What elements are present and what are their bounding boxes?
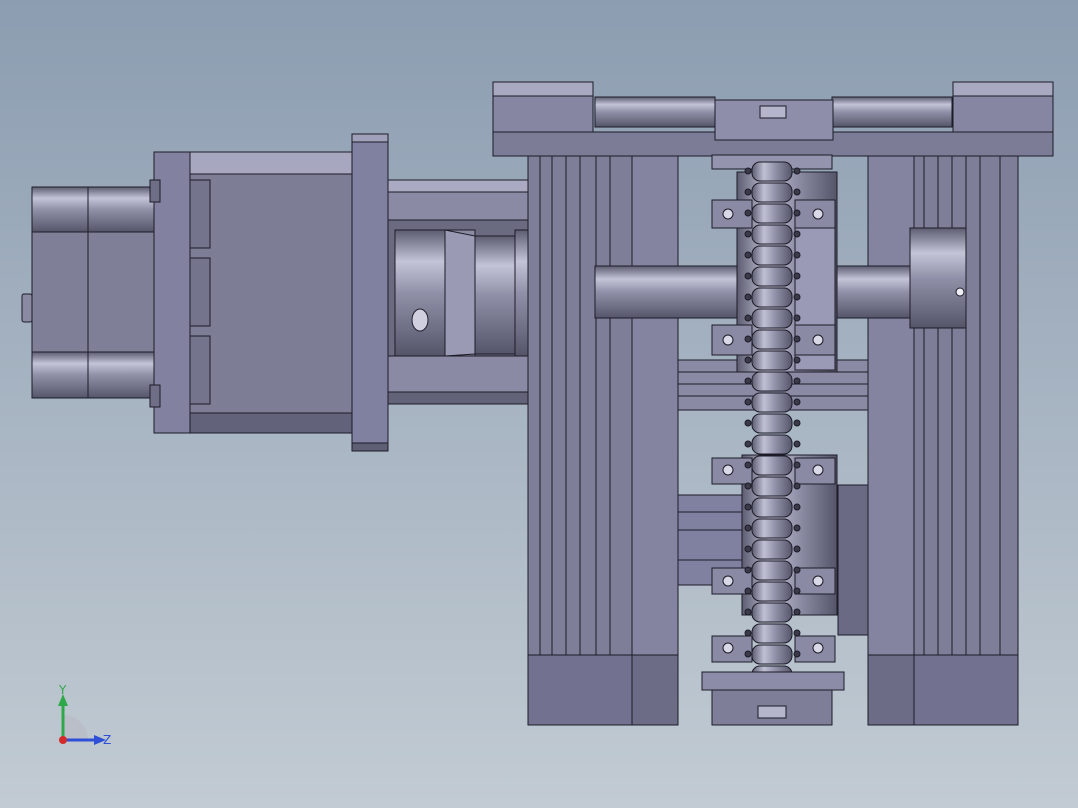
- chain-pin: [744, 251, 752, 259]
- chain-link: [751, 602, 793, 623]
- chain-link: [751, 392, 793, 413]
- chain-pin: [744, 398, 752, 406]
- chain-pin: [744, 209, 752, 217]
- chain-pin: [744, 482, 752, 490]
- chain-pin: [744, 293, 752, 301]
- chain-pin: [793, 356, 801, 364]
- chain-pin: [793, 608, 801, 616]
- chain-link: [751, 203, 793, 224]
- chain-pin: [744, 440, 752, 448]
- chain-pin: [793, 377, 801, 385]
- side-plate-right[interactable]: [867, 134, 915, 726]
- chain-pin: [744, 335, 752, 343]
- extrusion-frame-left[interactable]: [527, 154, 635, 726]
- stepper-motor[interactable]: [21, 151, 355, 434]
- motor-mount-plate[interactable]: [351, 133, 389, 452]
- chain-link: [751, 224, 793, 245]
- chain-pin: [744, 314, 752, 322]
- chain-pin: [793, 419, 801, 427]
- x-axis-marker: [59, 736, 67, 744]
- chain-pin: [744, 629, 752, 637]
- side-plate-left[interactable]: [631, 134, 679, 726]
- chain-link: [751, 518, 793, 539]
- chain-link: [751, 371, 793, 392]
- chain-pin: [793, 461, 801, 469]
- chain-pin: [744, 608, 752, 616]
- chain-pin: [793, 167, 801, 175]
- chain-link: [751, 350, 793, 371]
- chain-pin: [793, 314, 801, 322]
- chain-pin: [793, 545, 801, 553]
- chain-pin: [744, 188, 752, 196]
- chain-pin: [793, 482, 801, 490]
- chain-pin: [793, 230, 801, 238]
- chain-pin: [744, 566, 752, 574]
- chain-link: [751, 266, 793, 287]
- chain-pin: [744, 272, 752, 280]
- chain-pin: [793, 188, 801, 196]
- chain-link: [751, 413, 793, 434]
- chain-link: [751, 623, 793, 644]
- chain-pin: [744, 503, 752, 511]
- chain-link: [751, 182, 793, 203]
- chain-pin: [793, 251, 801, 259]
- chain-link: [751, 497, 793, 518]
- chain-link: [751, 539, 793, 560]
- chain-link: [751, 560, 793, 581]
- chain-pin: [793, 293, 801, 301]
- chain-link: [751, 434, 793, 455]
- chain-pin: [744, 230, 752, 238]
- chain-pin: [744, 524, 752, 532]
- chain-pin: [793, 566, 801, 574]
- chain-link: [751, 287, 793, 308]
- chain-pin: [793, 503, 801, 511]
- chain-pin: [793, 335, 801, 343]
- chain-pin: [793, 440, 801, 448]
- chain-link: [751, 455, 793, 476]
- z-axis-label: Z: [103, 733, 111, 747]
- cad-model[interactable]: [0, 0, 1078, 808]
- chain-pin: [744, 419, 752, 427]
- chain-link: [751, 245, 793, 266]
- chain-link: [751, 644, 793, 665]
- chain-pin: [744, 356, 752, 364]
- graphics-viewport[interactable]: Y Z: [0, 0, 1078, 808]
- chain-pin: [793, 398, 801, 406]
- chain-pin: [744, 167, 752, 175]
- chain-pin: [744, 545, 752, 553]
- chain-link: [751, 329, 793, 350]
- chain-link: [751, 308, 793, 329]
- chain-pin: [744, 587, 752, 595]
- chain-pin: [793, 629, 801, 637]
- top-bearing-blocks[interactable]: [492, 81, 1054, 157]
- chain-pin: [744, 461, 752, 469]
- chain-pin: [793, 650, 801, 658]
- chain-pin: [793, 587, 801, 595]
- bottom-bracket[interactable]: [701, 671, 845, 726]
- chain-pin: [793, 272, 801, 280]
- chain-link: [751, 161, 793, 182]
- chain-pin: [744, 377, 752, 385]
- chain-pin: [793, 209, 801, 217]
- chain-link: [751, 476, 793, 497]
- chain-link: [751, 581, 793, 602]
- coordinate-triad: Y Z: [58, 683, 111, 747]
- chain-pin: [793, 524, 801, 532]
- y-axis-label: Y: [58, 683, 67, 697]
- chain-pin: [744, 650, 752, 658]
